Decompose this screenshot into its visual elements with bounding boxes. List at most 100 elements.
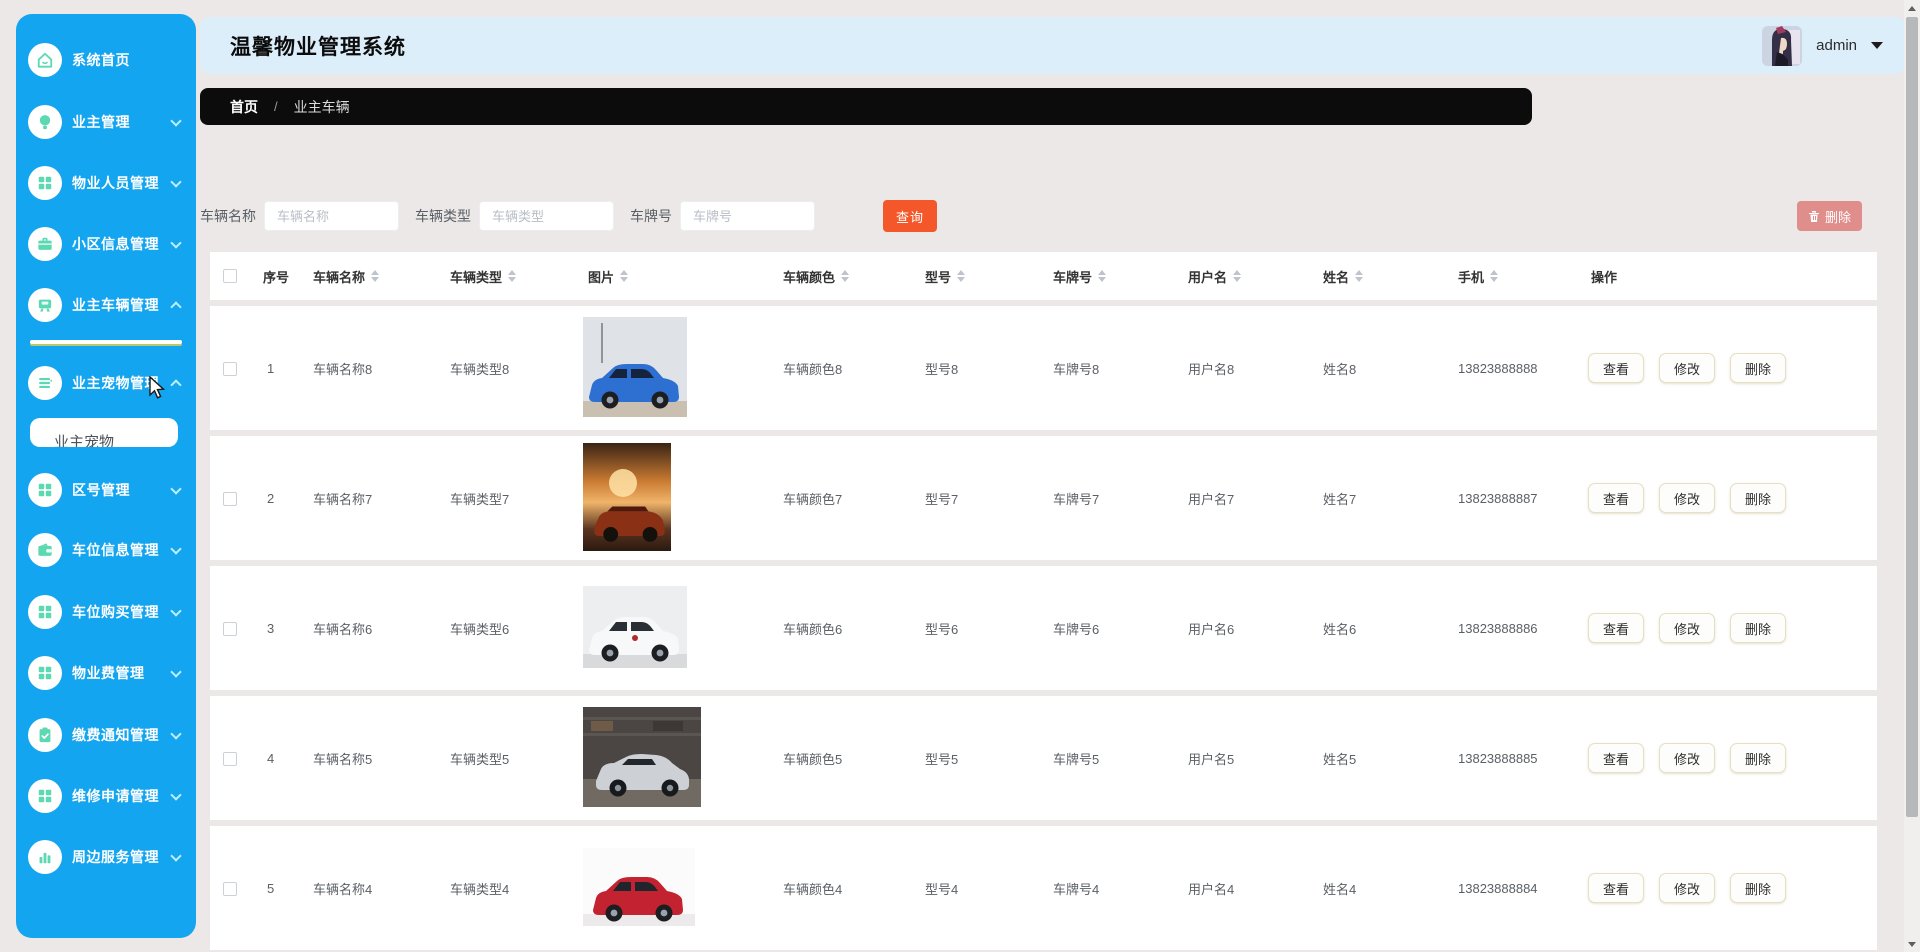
sidebar-item-owner-pet[interactable]: 业主宠物管理 [16, 365, 196, 401]
plate-number-input[interactable] [680, 201, 815, 231]
cell-phone: 13823888887 [1445, 491, 1578, 506]
vehicle-type-input[interactable] [479, 201, 614, 231]
cell-vehicle-type: 车辆类型7 [437, 489, 575, 508]
view-button[interactable]: 查看 [1588, 483, 1644, 513]
view-button[interactable]: 查看 [1588, 873, 1644, 903]
sidebar-item-repair-request[interactable]: 维修申请管理 [16, 778, 196, 814]
row-checkbox[interactable] [223, 362, 237, 376]
edit-button[interactable]: 修改 [1659, 743, 1715, 773]
sort-caret-icon[interactable] [508, 270, 516, 282]
edit-button[interactable]: 修改 [1659, 613, 1715, 643]
sidebar-item-payment-notice[interactable]: 缴费通知管理 [16, 717, 196, 753]
breadcrumb-home-link[interactable]: 首页 [230, 97, 258, 117]
vehicle-image-white-hatchback [583, 586, 687, 668]
cell-vehicle-color: 车辆颜色8 [770, 359, 912, 378]
breadcrumb-separator: / [274, 99, 278, 114]
sort-caret-icon[interactable] [957, 270, 965, 282]
column-header-realname[interactable]: 姓名 [1310, 267, 1445, 286]
cell-realname: 姓名7 [1310, 489, 1445, 508]
avatar[interactable] [1762, 26, 1802, 66]
cell-model: 型号5 [912, 749, 1040, 768]
sidebar-item-property-fee[interactable]: 物业费管理 [16, 655, 196, 691]
arrow-up-icon [1908, 6, 1916, 11]
clipboard-icon [28, 718, 62, 752]
column-header-vehicle-color[interactable]: 车辆颜色 [770, 267, 912, 286]
sidebar-item-parking-purchase[interactable]: 车位购买管理 [16, 594, 196, 630]
user-menu[interactable]: admin [1762, 26, 1883, 66]
sidebar-item-home[interactable]: 系统首页 [16, 42, 196, 78]
delete-button[interactable]: 删除 [1730, 483, 1786, 513]
view-button[interactable]: 查看 [1588, 353, 1644, 383]
cell-model: 型号7 [912, 489, 1040, 508]
row-checkbox[interactable] [223, 622, 237, 636]
row-checkbox[interactable] [223, 882, 237, 896]
sidebar-item-parking-info[interactable]: 车位信息管理 [16, 532, 196, 568]
sidebar-item-owner-vehicle[interactable]: 业主车辆管理 [16, 287, 196, 323]
sort-caret-icon[interactable] [371, 270, 379, 282]
edit-button[interactable]: 修改 [1659, 873, 1715, 903]
column-header-image[interactable]: 图片 [575, 267, 770, 286]
delete-button[interactable]: 删除 [1730, 873, 1786, 903]
sidebar-item-area-code[interactable]: 区号管理 [16, 472, 196, 508]
column-header-vehicle-type[interactable]: 车辆类型 [437, 267, 575, 286]
sort-caret-icon[interactable] [1490, 270, 1498, 282]
delete-button[interactable]: 删除 [1730, 353, 1786, 383]
column-header-model[interactable]: 型号 [912, 267, 1040, 286]
cell-plate: 车牌号8 [1040, 359, 1175, 378]
sidebar-subitem-owner-pet[interactable]: 业主宠物 [30, 418, 178, 447]
sidebar-item-nearby-service[interactable]: 周边服务管理 [16, 839, 196, 875]
cell-model: 型号4 [912, 879, 1040, 898]
scroll-down-button[interactable] [1904, 936, 1920, 952]
grid-icon [28, 595, 62, 629]
sort-caret-icon[interactable] [1355, 270, 1363, 282]
column-header-vehicle-name[interactable]: 车辆名称 [300, 267, 437, 286]
sidebar-item-owner-mgmt[interactable]: 业主管理 [16, 104, 196, 140]
delete-button[interactable]: 删除 [1730, 613, 1786, 643]
delete-button[interactable]: 删除 [1730, 743, 1786, 773]
edit-button[interactable]: 修改 [1659, 483, 1715, 513]
cell-username: 用户名7 [1175, 489, 1310, 508]
vertical-scrollbar[interactable] [1904, 0, 1920, 952]
column-header-index: 序号 [250, 267, 300, 286]
select-all-checkbox[interactable] [223, 269, 237, 283]
sort-caret-icon[interactable] [841, 270, 849, 282]
scrollbar-thumb[interactable] [1906, 17, 1918, 817]
column-header-username[interactable]: 用户名 [1175, 267, 1310, 286]
cell-vehicle-color: 车辆颜色6 [770, 619, 912, 638]
vehicle-name-input[interactable] [264, 201, 399, 231]
cell-vehicle-name: 车辆名称6 [300, 619, 437, 638]
sidebar: 系统首页 业主管理 物业人员管理 小区信息管理 业主车辆管理 业主宠物管理 业主… [16, 14, 196, 938]
grid-icon [28, 656, 62, 690]
batch-delete-button[interactable]: 删除 [1797, 201, 1862, 231]
cell-plate: 车牌号5 [1040, 749, 1175, 768]
chevron-icon [170, 301, 181, 312]
cell-index: 2 [250, 491, 300, 506]
chevron-icon [170, 605, 181, 616]
chevron-icon [170, 543, 181, 554]
chart-icon [28, 840, 62, 874]
sidebar-item-staff-mgmt[interactable]: 物业人员管理 [16, 165, 196, 201]
cell-vehicle-type: 车辆类型5 [437, 749, 575, 768]
column-header-phone[interactable]: 手机 [1445, 267, 1578, 286]
chevron-icon [170, 176, 181, 187]
sidebar-item-community-info[interactable]: 小区信息管理 [16, 226, 196, 262]
row-checkbox[interactable] [223, 752, 237, 766]
edit-button[interactable]: 修改 [1659, 353, 1715, 383]
cell-index: 1 [250, 361, 300, 376]
view-button[interactable]: 查看 [1588, 743, 1644, 773]
sort-caret-icon[interactable] [1233, 270, 1241, 282]
sort-caret-icon[interactable] [1098, 270, 1106, 282]
cell-vehicle-color: 车辆颜色4 [770, 879, 912, 898]
sort-caret-icon[interactable] [620, 270, 628, 282]
search-button[interactable]: 查询 [883, 200, 937, 232]
filter-group-plate-number: 车牌号 [630, 201, 815, 231]
view-button[interactable]: 查看 [1588, 613, 1644, 643]
table-row: 2 车辆名称7 车辆类型7 车辆颜色7 型号7 车牌号7 用户名7 姓名7 13… [210, 436, 1877, 560]
column-header-plate[interactable]: 车牌号 [1040, 267, 1175, 286]
scroll-up-button[interactable] [1904, 0, 1920, 16]
home-icon [28, 43, 62, 77]
chevron-icon [170, 483, 181, 494]
row-checkbox[interactable] [223, 492, 237, 506]
list-icon [28, 366, 62, 400]
cell-index: 4 [250, 751, 300, 766]
